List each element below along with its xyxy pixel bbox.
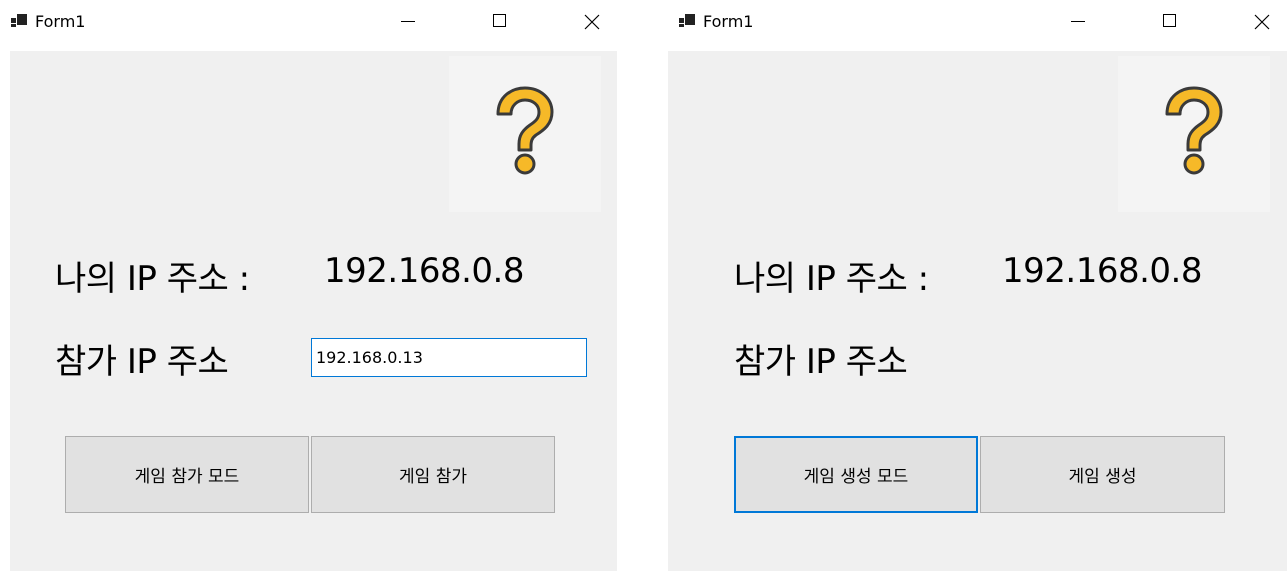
form-client-area: 나의 IP 주소 : 192.168.0.8 참가 IP 주소 게임 생성 모드… <box>668 51 1287 571</box>
join-ip-label: 참가 IP 주소 <box>734 342 908 382</box>
close-icon <box>1254 14 1270 30</box>
maximize-button[interactable] <box>477 0 523 44</box>
minimize-button[interactable] <box>385 0 431 44</box>
my-ip-label: 나의 IP 주소 : <box>734 259 929 299</box>
window-title: Form1 <box>703 12 754 31</box>
question-mark-icon <box>1165 86 1223 175</box>
maximize-button[interactable] <box>1147 0 1193 44</box>
close-button[interactable] <box>1239 0 1285 44</box>
create-game-button[interactable]: 게임 생성 <box>980 436 1225 513</box>
title-bar[interactable]: Form1 <box>0 0 617 44</box>
window-gap <box>617 0 668 571</box>
minimize-button[interactable] <box>1055 0 1101 44</box>
join-game-button[interactable]: 게임 참가 <box>311 436 555 513</box>
form-app-icon <box>11 13 27 29</box>
form1-window-join: Form1 나의 IP 주소 : 192.168.0.8 참가 IP 주소 게임… <box>0 0 617 571</box>
form1-window-create: Form1 나의 IP 주소 : 192.168.0.8 참가 IP 주소 게임… <box>668 0 1287 571</box>
form-client-area: 나의 IP 주소 : 192.168.0.8 참가 IP 주소 게임 참가 모드… <box>10 51 617 571</box>
help-button[interactable] <box>449 56 601 212</box>
join-ip-label: 참가 IP 주소 <box>55 342 229 382</box>
close-icon <box>584 14 600 30</box>
question-mark-icon <box>496 86 554 175</box>
help-button[interactable] <box>1118 56 1270 212</box>
close-button[interactable] <box>569 0 615 44</box>
create-mode-button[interactable]: 게임 생성 모드 <box>734 436 978 513</box>
form-app-icon <box>679 13 695 29</box>
my-ip-value: 192.168.0.8 <box>324 251 524 291</box>
title-bar[interactable]: Form1 <box>668 0 1287 44</box>
my-ip-value: 192.168.0.8 <box>1002 251 1202 291</box>
my-ip-label: 나의 IP 주소 : <box>55 259 250 299</box>
join-mode-button[interactable]: 게임 참가 모드 <box>65 436 309 513</box>
window-title: Form1 <box>35 12 86 31</box>
join-ip-input[interactable] <box>311 338 587 377</box>
